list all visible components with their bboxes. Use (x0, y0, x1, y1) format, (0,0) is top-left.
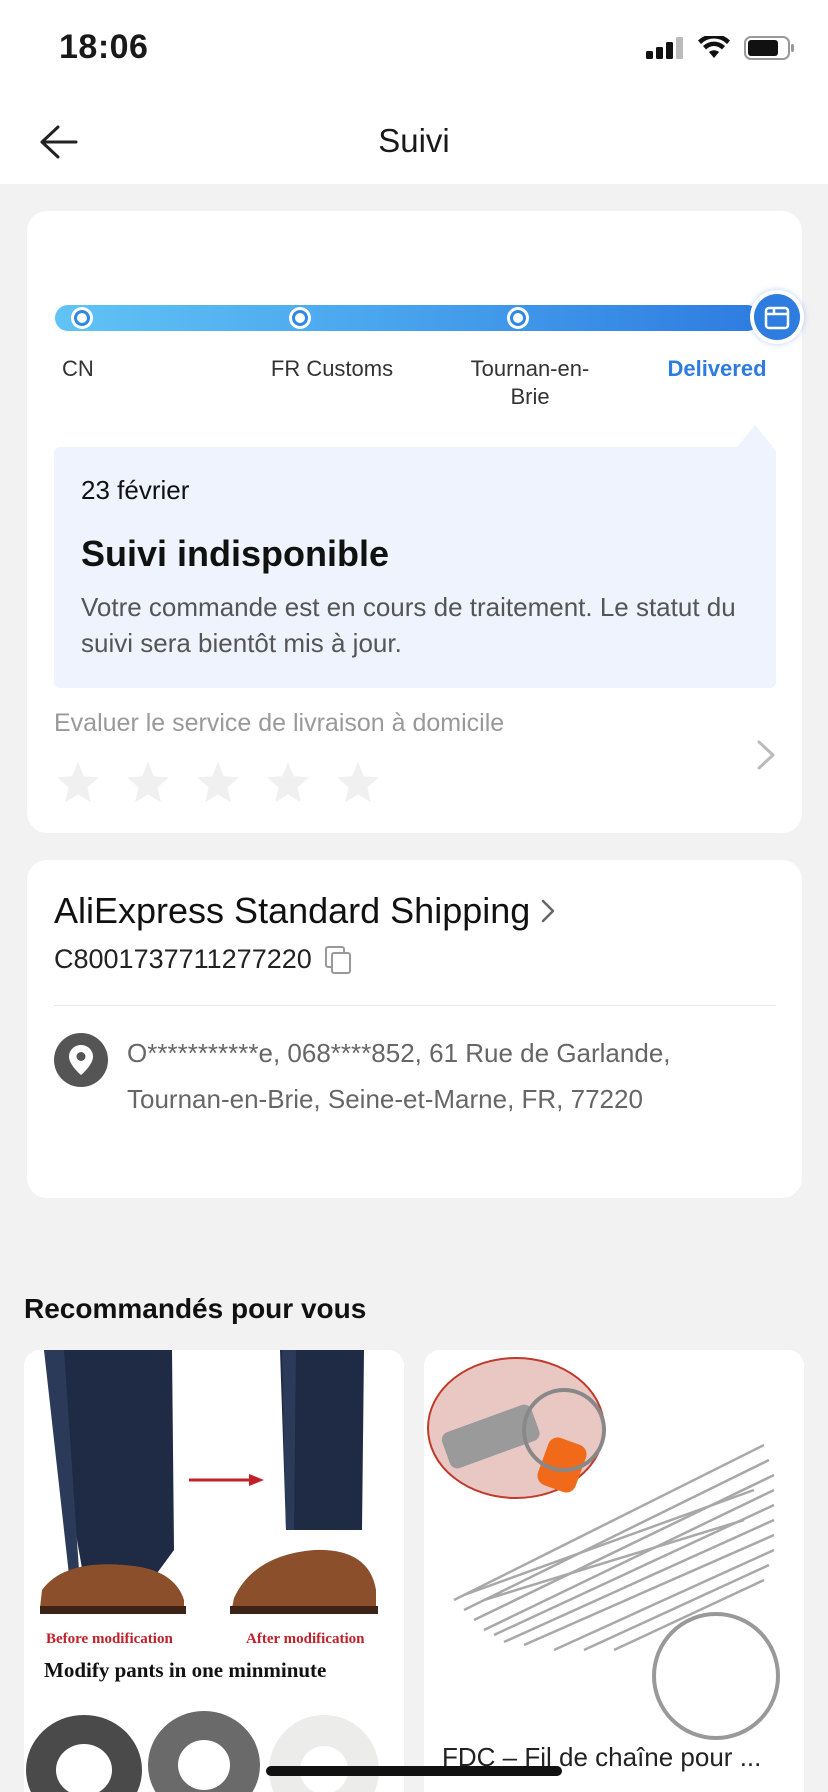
rating-stars[interactable] (54, 759, 382, 807)
divider (54, 1005, 776, 1006)
tracking-status-description: Votre commande est en cours de traitemen… (81, 592, 736, 658)
info-pointer (737, 425, 773, 447)
product-image: Before modification After modification M… (24, 1350, 404, 1792)
status-bar: 18:06 (0, 0, 828, 100)
product-headline: Modify pants in one minminute (44, 1658, 326, 1682)
rate-delivery-label[interactable]: Evaluer le service de livraison à domici… (54, 709, 504, 738)
location-pin-icon (54, 1033, 108, 1087)
battery-icon (744, 36, 794, 60)
carrier-name: AliExpress Standard Shipping (54, 890, 531, 931)
tracking-number: C8001737711277220 (54, 944, 312, 974)
stage-dot-customs (289, 307, 311, 329)
star-icon[interactable] (194, 759, 242, 807)
caption-after: After modification (246, 1631, 365, 1647)
carrier-link[interactable]: AliExpress Standard Shipping (54, 890, 556, 932)
delivery-address: O***********e, 068****852, 61 Rue de Gar… (127, 1038, 671, 1114)
stage-label-customs: FR Customs (270, 356, 394, 381)
nav-bar: Suivi (0, 100, 828, 184)
stage-dot-delivered (750, 290, 804, 344)
stage-label-city: Tournan-en-Brie (470, 356, 590, 409)
stage-label-cn: CN (62, 356, 94, 381)
stage-label-delivered: Delivered (667, 356, 767, 381)
package-icon (764, 306, 790, 330)
tracking-card: CN FR Customs Tournan-en-Brie Delivered … (27, 211, 804, 833)
home-indicator (266, 1766, 562, 1776)
star-icon[interactable] (54, 759, 102, 807)
chevron-right-icon[interactable] (755, 739, 777, 771)
tracking-number-row: C8001737711277220 (54, 944, 352, 975)
status-time: 18:06 (59, 28, 149, 66)
product-image (424, 1350, 804, 1740)
status-icons (646, 36, 796, 60)
chevron-right-icon (542, 899, 555, 923)
star-icon[interactable] (264, 759, 312, 807)
signal-icon (646, 37, 683, 59)
product-card[interactable]: Before modification After modification M… (24, 1350, 404, 1792)
copy-icon[interactable] (324, 945, 352, 975)
stage-dot-cn (71, 307, 93, 329)
tracking-status-title: Suivi indisponible (81, 533, 390, 574)
wifi-icon (698, 36, 730, 58)
shipping-card: AliExpress Standard Shipping C8001737711… (27, 860, 802, 1198)
caption-before: Before modification (46, 1631, 173, 1647)
tracking-progress (55, 290, 804, 344)
product-card[interactable]: FDC – Fil de chaîne pour ... (424, 1350, 804, 1792)
page-title: Suivi (378, 122, 450, 159)
star-icon[interactable] (334, 759, 382, 807)
tracking-date: 23 février (81, 475, 190, 505)
recommendations-title: Recommandés pour vous (24, 1293, 367, 1324)
progress-bar (55, 305, 760, 331)
stage-dot-city (507, 307, 529, 329)
star-icon[interactable] (124, 759, 172, 807)
